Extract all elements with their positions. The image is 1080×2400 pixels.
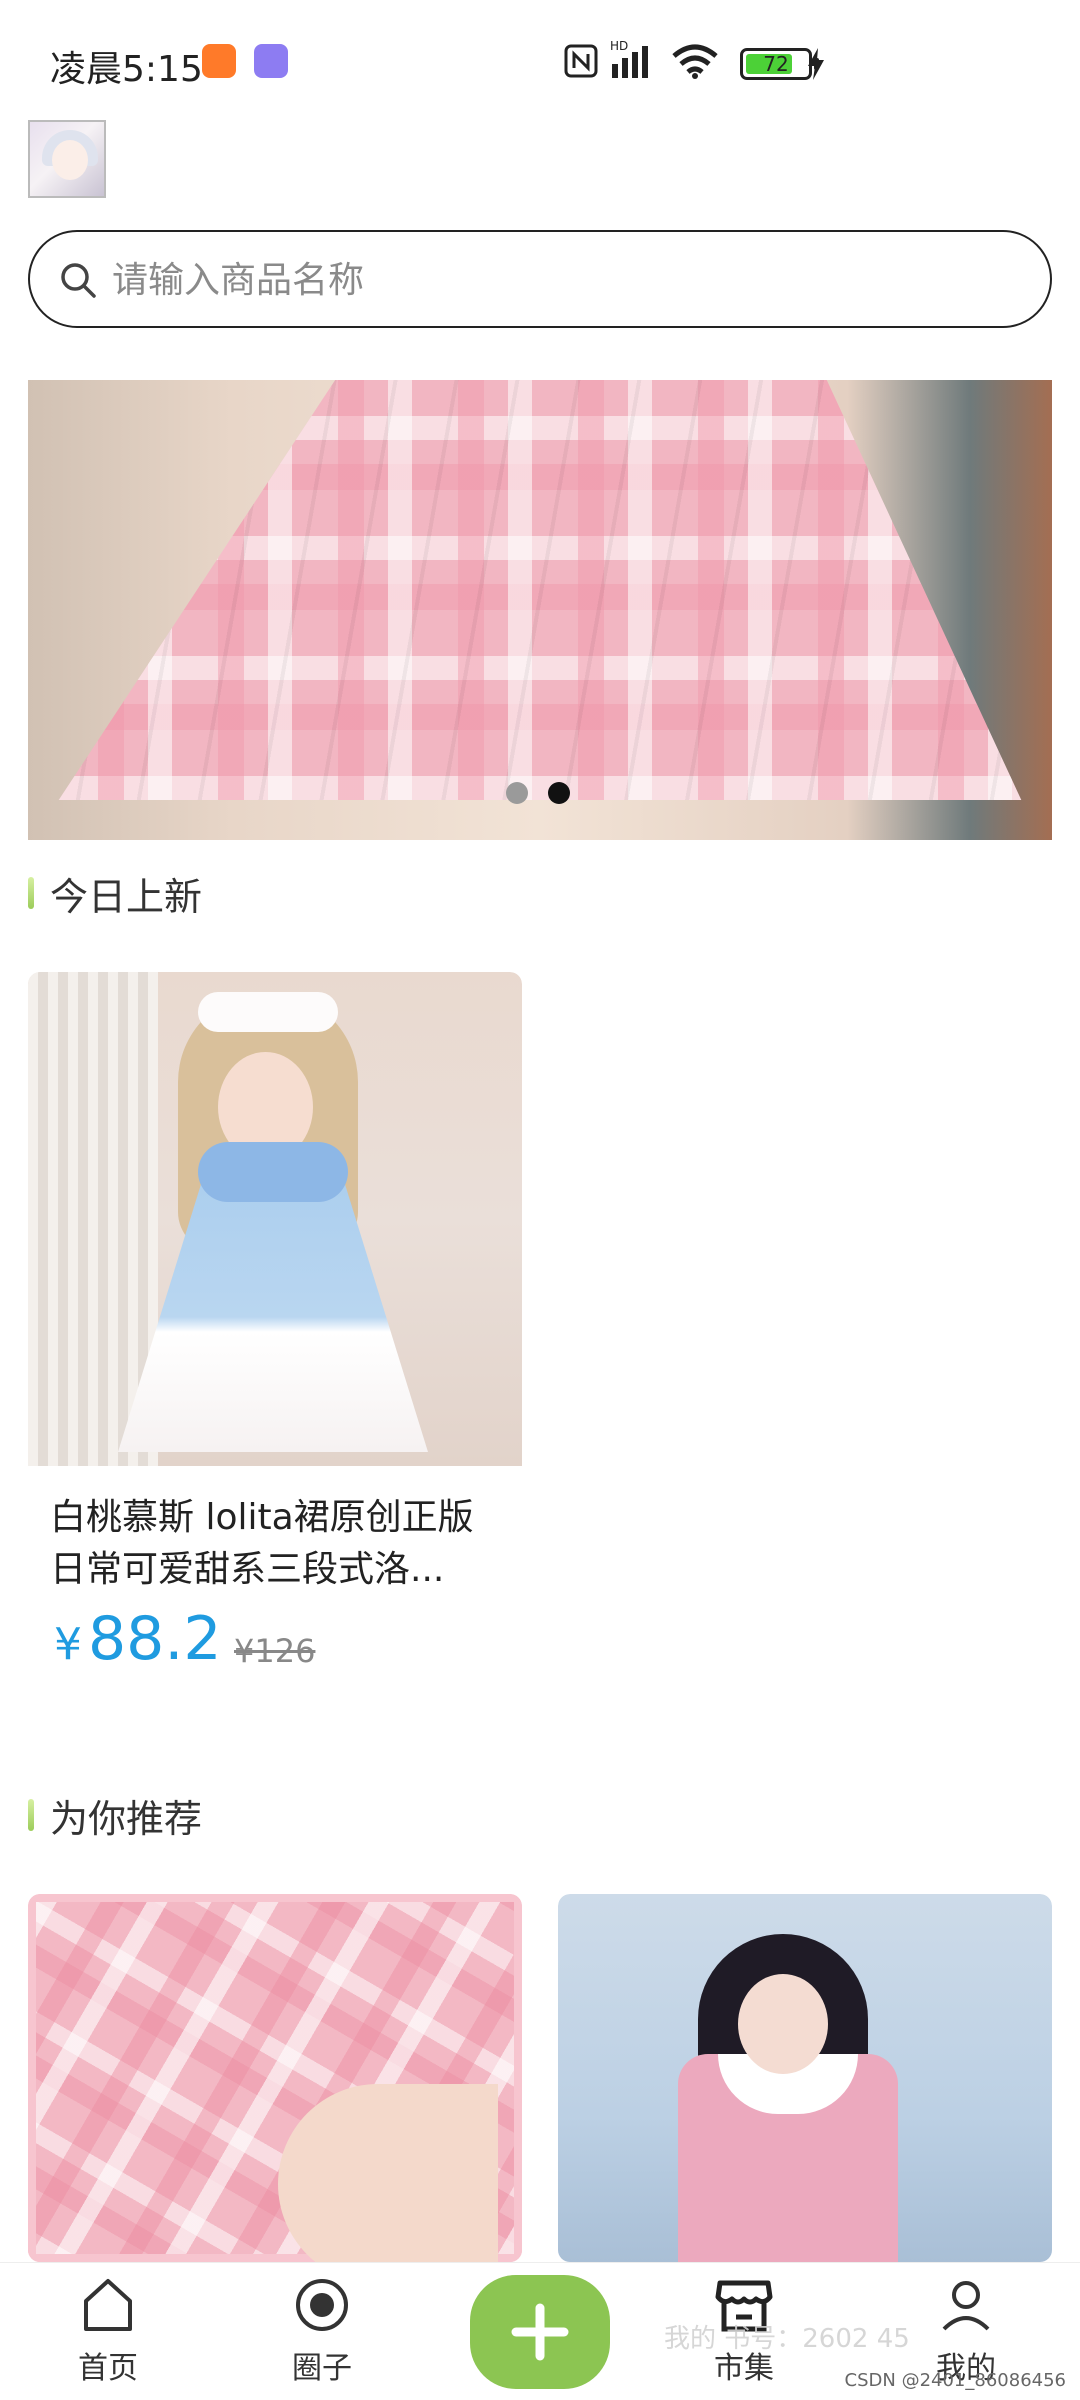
- product-image[interactable]: [28, 972, 522, 1466]
- recommend-image-1-leg: [278, 2084, 498, 2262]
- original-price: ¥126: [234, 1632, 316, 1670]
- battery-icon: 72: [740, 48, 812, 80]
- watermark-text: 我的 书号：2602 45: [664, 2324, 910, 2354]
- carousel-indicator[interactable]: [506, 782, 570, 804]
- section-new-title: 今日上新: [50, 874, 203, 919]
- nav-circle[interactable]: 圈子: [252, 2273, 392, 2393]
- wifi-icon: [672, 44, 718, 79]
- section-new-header: 今日上新: [28, 868, 203, 919]
- product-image-bow: [198, 1142, 348, 1202]
- recommend-card-1[interactable]: [28, 1894, 522, 2262]
- product-card[interactable]: 白桃慕斯 lolita裙原创正版日常可爱甜系三段式洛... ¥88.2 ¥126: [28, 972, 522, 1692]
- price-value: 88.2: [88, 1604, 222, 1674]
- plus-icon: [511, 2303, 569, 2361]
- recommend-image-2[interactable]: [558, 1894, 1052, 2262]
- profile-icon: [942, 2281, 990, 2331]
- carousel-dot-1[interactable]: [506, 782, 528, 804]
- product-price: ¥88.2: [54, 1604, 222, 1674]
- app-orange-icon: [202, 44, 236, 78]
- price-currency: ¥: [54, 1619, 82, 1670]
- search-icon: [61, 263, 96, 298]
- status-bar: 凌晨5:15 HD 72: [0, 0, 1080, 120]
- nfc-icon: [564, 44, 598, 78]
- search-input[interactable]: [112, 250, 1012, 310]
- publish-button[interactable]: [470, 2275, 610, 2389]
- recommend-image-1[interactable]: [28, 1894, 522, 2262]
- battery-level: 72: [763, 52, 789, 76]
- avatar[interactable]: [28, 120, 106, 198]
- banner-carousel[interactable]: [28, 380, 1052, 840]
- section-recommend-header: 为你推荐: [28, 1790, 203, 1841]
- hd-signal-icon: HD: [610, 39, 648, 78]
- nav-home[interactable]: 首页: [38, 2273, 178, 2393]
- svg-text:HD: HD: [610, 39, 628, 53]
- app-purple-icon: [254, 44, 288, 78]
- section-accent-bar: [28, 877, 34, 909]
- nav-home-label: 首页: [78, 2351, 138, 2386]
- section-recommend-title: 为你推荐: [50, 1796, 203, 1841]
- recommend-image-2-face: [738, 1974, 828, 2074]
- circle-icon: [296, 2279, 348, 2331]
- home-icon: [84, 2279, 132, 2331]
- product-image-headbow: [198, 992, 338, 1032]
- product-title[interactable]: 白桃慕斯 lolita裙原创正版日常可爱甜系三段式洛...: [50, 1492, 506, 1596]
- charging-icon: [808, 48, 824, 80]
- csdn-watermark: CSDN @2401_86086456: [844, 2370, 1066, 2391]
- status-time: 凌晨5:15: [50, 49, 203, 90]
- avatar-face: [52, 140, 88, 180]
- section-accent-bar: [28, 1799, 34, 1831]
- carousel-dot-2[interactable]: [548, 782, 570, 804]
- nav-circle-label: 圈子: [292, 2351, 352, 2386]
- search-bar[interactable]: [28, 230, 1052, 328]
- recommend-card-2[interactable]: [558, 1894, 1052, 2262]
